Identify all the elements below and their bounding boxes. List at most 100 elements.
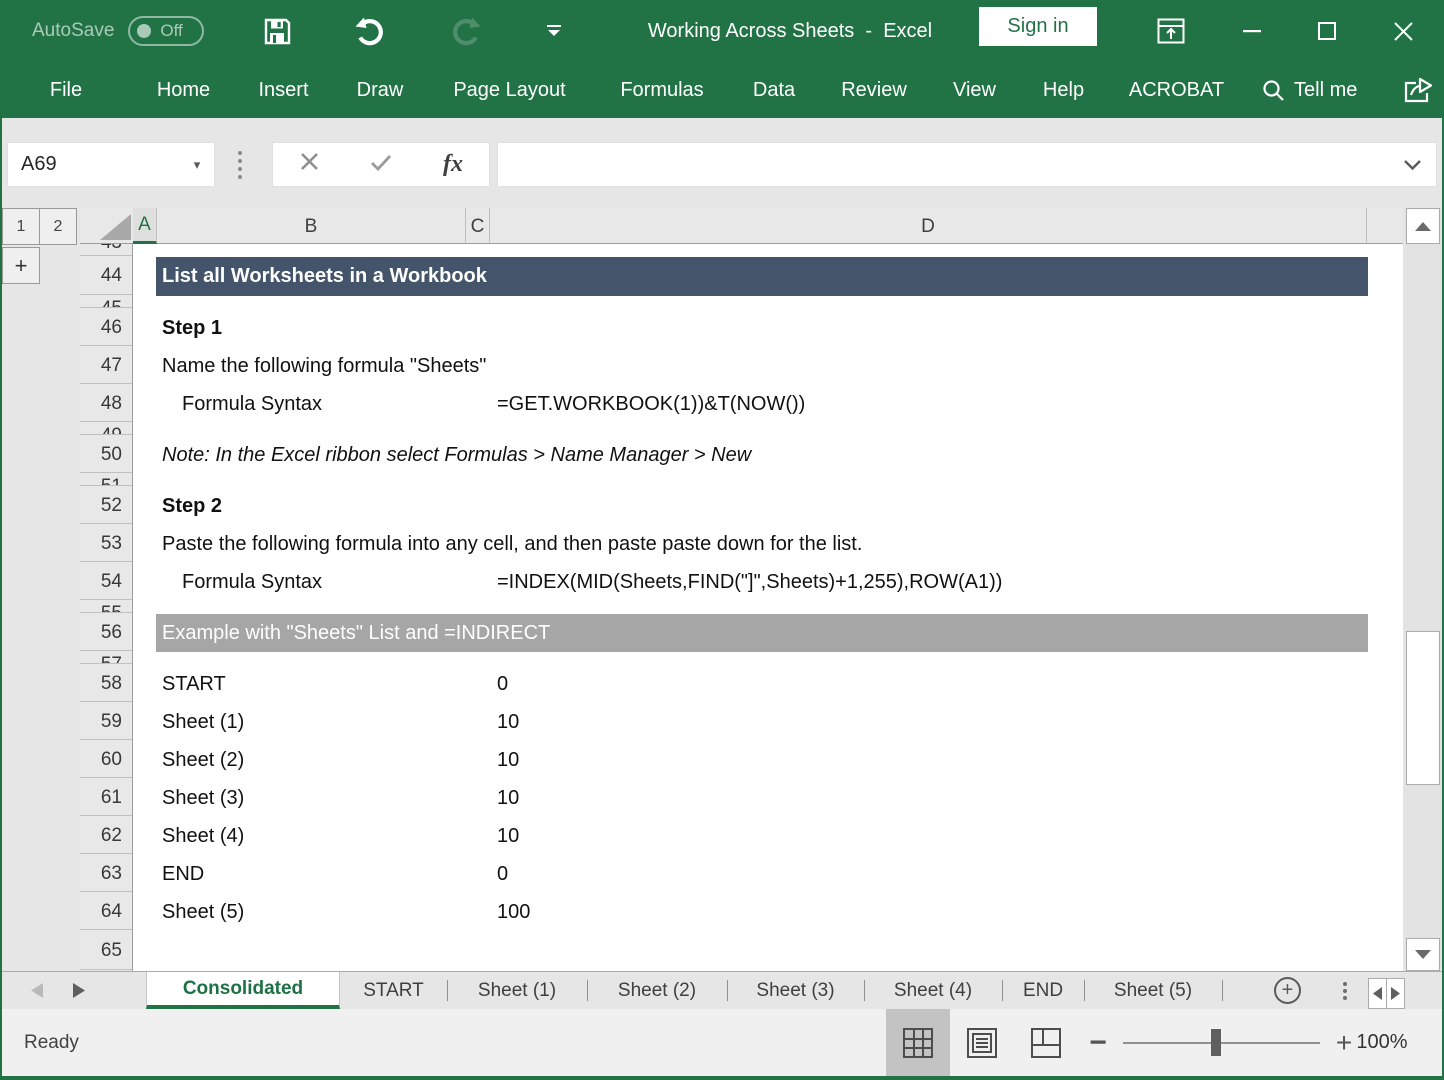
ribbon-tab-data[interactable]: Data bbox=[753, 62, 795, 118]
row-header-51[interactable]: 51 bbox=[80, 474, 132, 486]
row-header-64[interactable]: 64 bbox=[80, 893, 132, 930]
ribbon-tab-acrobat[interactable]: ACROBAT bbox=[1129, 62, 1224, 118]
cell-D64[interactable]: 100 bbox=[492, 893, 530, 931]
row-header-60[interactable]: 60 bbox=[80, 741, 132, 778]
cancel-button[interactable] bbox=[273, 152, 345, 177]
section-header-row-56[interactable]: Example with "Sheets" List and =INDIRECT bbox=[156, 614, 1368, 652]
normal-view-button[interactable] bbox=[886, 1009, 950, 1076]
ribbon-tab-draw[interactable]: Draw bbox=[357, 62, 404, 118]
page-layout-view-button[interactable] bbox=[950, 1009, 1014, 1076]
zoom-level[interactable]: 100% bbox=[1353, 1009, 1411, 1076]
row-header-47[interactable]: 47 bbox=[80, 347, 132, 384]
name-box-dropdown-icon[interactable]: ▾ bbox=[180, 157, 214, 173]
cell-B50[interactable]: Note: In the Excel ribbon select Formula… bbox=[156, 436, 751, 474]
ribbon-tab-view[interactable]: View bbox=[953, 62, 996, 118]
row-header-57[interactable]: 57 bbox=[80, 652, 132, 664]
cell-B61[interactable]: Sheet (3) bbox=[156, 779, 244, 817]
ribbon-tab-page-layout[interactable]: Page Layout bbox=[453, 62, 565, 118]
cell-B52[interactable]: Step 2 bbox=[156, 487, 222, 525]
ribbon-tab-insert[interactable]: Insert bbox=[258, 62, 308, 118]
cell-B60[interactable]: Sheet (2) bbox=[156, 741, 244, 779]
cell-B63[interactable]: END bbox=[156, 855, 204, 893]
ribbon-tab-file[interactable]: File bbox=[50, 62, 82, 118]
cell-B48[interactable]: Formula Syntax bbox=[156, 385, 322, 423]
row-header-65[interactable]: 65 bbox=[80, 931, 132, 970]
sheet-nav-left-icon[interactable] bbox=[31, 983, 43, 998]
close-button[interactable] bbox=[1379, 0, 1427, 62]
cell-B54[interactable]: Formula Syntax bbox=[156, 563, 322, 601]
tab-scroll-left-button[interactable] bbox=[1368, 978, 1387, 1009]
sheet-tab-sheet-4[interactable]: Sheet (4) bbox=[864, 972, 1002, 1009]
select-all-icon[interactable] bbox=[100, 214, 131, 240]
sheet-tab-sheet-2[interactable]: Sheet (2) bbox=[587, 972, 727, 1009]
row-header-43[interactable]: 43 bbox=[80, 244, 132, 256]
cell-D59[interactable]: 10 bbox=[492, 703, 519, 741]
row-header-49[interactable]: 49 bbox=[80, 423, 132, 435]
scroll-down-button[interactable] bbox=[1406, 938, 1440, 971]
row-header-46[interactable]: 46 bbox=[80, 309, 132, 346]
row-header-59[interactable]: 59 bbox=[80, 703, 132, 740]
ribbon-display-options-button[interactable] bbox=[1152, 0, 1190, 62]
column-header-A[interactable]: A bbox=[133, 208, 157, 244]
ribbon-tab-review[interactable]: Review bbox=[841, 62, 907, 118]
row-header-53[interactable]: 53 bbox=[80, 525, 132, 562]
section-header-row-44[interactable]: List all Worksheets in a Workbook bbox=[156, 257, 1368, 296]
sheet-tab-sheet-3[interactable]: Sheet (3) bbox=[727, 972, 864, 1009]
cell-D58[interactable]: 0 bbox=[492, 665, 508, 703]
save-button[interactable] bbox=[260, 0, 294, 62]
row-header-54[interactable]: 54 bbox=[80, 563, 132, 600]
sign-in-button[interactable]: Sign in bbox=[979, 7, 1097, 46]
new-sheet-button[interactable]: + bbox=[1274, 977, 1301, 1004]
autosave-toggle[interactable]: AutoSave Off bbox=[32, 16, 204, 46]
column-header-B[interactable]: B bbox=[157, 208, 466, 243]
cell-B58[interactable]: START bbox=[156, 665, 226, 703]
tab-scroll-right-button[interactable] bbox=[1386, 978, 1405, 1009]
outline-level-2-button[interactable]: 2 bbox=[39, 208, 77, 245]
undo-button[interactable] bbox=[350, 0, 390, 62]
page-break-view-button[interactable] bbox=[1014, 1009, 1078, 1076]
enter-button[interactable] bbox=[345, 153, 417, 177]
sheet-tab-end[interactable]: END bbox=[1002, 972, 1084, 1009]
cell-D60[interactable]: 10 bbox=[492, 741, 519, 779]
scroll-up-button[interactable] bbox=[1406, 208, 1440, 244]
share-button[interactable] bbox=[1403, 62, 1434, 118]
row-header-56[interactable]: 56 bbox=[80, 614, 132, 651]
cell-B62[interactable]: Sheet (4) bbox=[156, 817, 244, 855]
cell-D62[interactable]: 10 bbox=[492, 817, 519, 855]
name-box[interactable]: A69 ▾ bbox=[7, 142, 215, 187]
cells-area[interactable]: List all Worksheets in a WorkbookStep 1N… bbox=[133, 244, 1403, 971]
maximize-button[interactable] bbox=[1303, 0, 1351, 62]
scrollbar-thumb[interactable] bbox=[1406, 631, 1440, 785]
vertical-scrollbar[interactable] bbox=[1404, 208, 1442, 971]
row-header-52[interactable]: 52 bbox=[80, 487, 132, 524]
cell-B64[interactable]: Sheet (5) bbox=[156, 893, 244, 931]
insert-function-button[interactable]: fx bbox=[417, 151, 489, 178]
formula-bar-drag-handle[interactable] bbox=[234, 142, 246, 187]
sheet-tab-sheet-1[interactable]: Sheet (1) bbox=[447, 972, 587, 1009]
cell-B59[interactable]: Sheet (1) bbox=[156, 703, 244, 741]
row-header-61[interactable]: 61 bbox=[80, 779, 132, 816]
ribbon-tab-help[interactable]: Help bbox=[1043, 62, 1084, 118]
cell-D63[interactable]: 0 bbox=[492, 855, 508, 893]
outline-expand-button[interactable]: + bbox=[2, 247, 40, 284]
formula-input[interactable] bbox=[497, 142, 1437, 187]
cell-D48[interactable]: =GET.WORKBOOK(1))&T(NOW()) bbox=[492, 385, 805, 423]
cell-B47[interactable]: Name the following formula "Sheets" bbox=[156, 347, 486, 385]
row-header-58[interactable]: 58 bbox=[80, 665, 132, 702]
cell-B46[interactable]: Step 1 bbox=[156, 309, 222, 347]
row-header-44[interactable]: 44 bbox=[80, 257, 132, 295]
tab-overflow-dots-icon[interactable] bbox=[1343, 982, 1347, 1000]
sheet-tab-start[interactable]: START bbox=[340, 972, 447, 1009]
cell-D54[interactable]: =INDEX(MID(Sheets,FIND("]",Sheets)+1,255… bbox=[492, 563, 1002, 601]
row-header-63[interactable]: 63 bbox=[80, 855, 132, 892]
row-header-55[interactable]: 55 bbox=[80, 601, 132, 613]
ribbon-tab-home[interactable]: Home bbox=[157, 62, 210, 118]
redo-button[interactable] bbox=[445, 0, 485, 62]
cell-D61[interactable]: 10 bbox=[492, 779, 519, 817]
autosave-pill[interactable]: Off bbox=[128, 16, 204, 46]
zoom-slider-track[interactable] bbox=[1123, 1042, 1320, 1044]
row-header-62[interactable]: 62 bbox=[80, 817, 132, 854]
column-header-D[interactable]: D bbox=[490, 208, 1367, 243]
sheet-nav-right-icon[interactable] bbox=[73, 983, 85, 998]
outline-level-1-button[interactable]: 1 bbox=[2, 208, 40, 245]
